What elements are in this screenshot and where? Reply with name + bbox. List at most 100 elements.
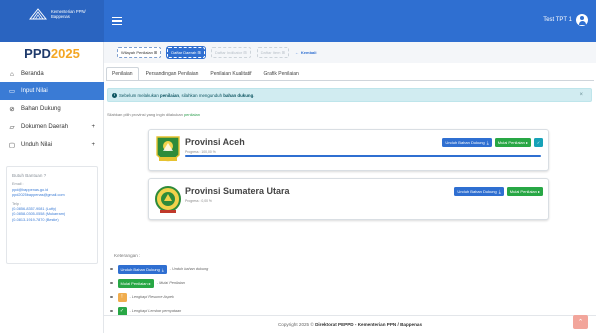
sidebar-item-dokumen-daerah[interactable]: ▱ Dokumen Daerah +	[0, 118, 104, 136]
sidebar-item-label: Beranda	[21, 71, 44, 77]
sidebar-item-label: Dokumen Daerah	[21, 124, 69, 130]
footer: Copyright 2025 © Direktorat PEPPD - Keme…	[104, 315, 596, 333]
app-title: PPD2025	[0, 46, 104, 61]
download-icon: ⤓	[486, 140, 489, 145]
sidebar-item-beranda[interactable]: ⌂ Beranda	[0, 65, 104, 83]
instruction-text: Silahkan pilih provinsi yang ingin dilak…	[107, 112, 200, 117]
sidebar-item-bahan-dukung[interactable]: ⊘ Bahan Dukung	[0, 100, 104, 118]
unduh-label: Unduh Bahan Dukung	[457, 189, 497, 194]
sidebar: PPD2025 ⌂ Beranda ▭ Input Nilai ⊘ Bahan …	[0, 42, 104, 333]
province-actions: Unduh Bahan Dukung ⤓ Mulai Penilaian ▸ ✓	[439, 138, 543, 147]
bappenas-logo-icon	[29, 8, 47, 20]
menu-toggle-icon[interactable]	[112, 17, 122, 26]
province-actions: Unduh Bahan Dukung ⤓ Mulai Penilaian ▸	[451, 187, 543, 196]
footer-owner: Direktorat PEPPD - Kementerian PPN / Bap…	[315, 322, 423, 327]
legend-row-unduh: Unduh Bahan Dukung ⤓ - Unduh bahan dukun…	[110, 264, 208, 274]
sidebar-item-unduh-nilai[interactable]: ▢ Unduh Nilai +	[0, 136, 104, 154]
daftar-indikator-button[interactable]: Daftar Indikator ⊞	[210, 46, 251, 58]
tab-penilaian-kualitatif[interactable]: Penilaian Kualitatif	[205, 67, 256, 81]
mulai-penilaian-button[interactable]: Mulai Penilaian ▸	[506, 187, 543, 196]
unduh-bahan-dukung-button[interactable]: Unduh Bahan Dukung ⤓	[442, 138, 492, 147]
legend-unduh-button: Unduh Bahan Dukung ⤓	[117, 264, 167, 274]
province-progress-bar	[185, 155, 541, 158]
legend-mulai-button: Mulai Penilaian ▸	[117, 278, 154, 288]
legend-desc: - Mulai Penilaian	[156, 281, 185, 285]
unduh-bahan-dukung-button[interactable]: Unduh Bahan Dukung ⤓	[454, 187, 504, 196]
brand[interactable]: Kementerian PPN/ Bappenas	[0, 0, 104, 42]
bullet-icon	[110, 309, 113, 313]
tab-persandingan-penilaian[interactable]: Persandingan Penilaian	[141, 67, 204, 81]
province-card-sumatera-utara: Provinsi Sumatera Utara Progress : 0,00 …	[148, 178, 549, 220]
app-title-year: 2025	[50, 46, 80, 61]
kembali-label: Kembali	[300, 49, 317, 55]
download-icon: ⤓	[161, 266, 164, 272]
chevron-up-icon: ⌃	[577, 319, 584, 326]
expand-icon: +	[91, 124, 95, 130]
kembali-link[interactable]: ← Kembali	[295, 50, 317, 55]
instruction-main: Silahkan pilih provinsi yang ingin dilak…	[107, 112, 183, 117]
legend-desc: - Lengkapi Resume Aspek	[129, 295, 174, 299]
tabs-divider	[106, 80, 594, 81]
user-name: Test TPT 1	[543, 17, 572, 23]
daftar-daerah-button[interactable]: Daftar Daerah ⊞	[167, 46, 205, 58]
footer-copyright: Copyright 2025 ©	[277, 322, 314, 327]
bullet-icon	[110, 281, 113, 285]
province-card-aceh: Provinsi Aceh Progress : 100,00 % Unduh …	[148, 129, 549, 171]
sumut-emblem-icon	[155, 186, 181, 213]
sidebar-item-label: Unduh Nilai	[21, 142, 53, 148]
folder-icon: ▱	[9, 124, 15, 131]
alert-text-post: .	[253, 92, 255, 98]
sidebar-item-input-nilai[interactable]: ▭ Input Nilai	[0, 82, 104, 100]
help-title: Butuh Bantuan ?	[12, 173, 47, 178]
alert-text-mid: , silahkan mengunduh	[179, 92, 223, 98]
home-icon: ⌂	[10, 70, 14, 78]
filter-bar: Wilayah Penilaian ⊞ Daftar Daerah ⊞ Daft…	[117, 46, 316, 58]
brand-text: Kementerian PPN/ Bappenas	[51, 9, 86, 19]
download-icon: ⤓	[498, 189, 501, 194]
legend-row-resume: ! - Lengkapi Resume Aspek	[110, 292, 174, 302]
daftar-item-button[interactable]: Daftar Item ⊞	[256, 46, 289, 58]
input-icon: ▭	[8, 88, 16, 95]
tab-list: Penilaian Persandingan Penilaian Penilai…	[106, 67, 306, 81]
alert-close-icon[interactable]: ×	[579, 92, 583, 98]
info-icon: i	[112, 92, 117, 98]
monitor-icon: ▢	[8, 142, 16, 149]
scroll-to-top-button[interactable]: ⌃	[573, 315, 588, 329]
province-progress-text: Progress : 100,00 %	[185, 150, 216, 154]
link-icon: ⊘	[9, 106, 15, 113]
legend-desc: - Lengkapi Lembar pernyataan	[129, 309, 182, 313]
info-alert: i Sebelum melakukan penilaian, silahkan …	[107, 88, 592, 102]
province-name: Provinsi Sumatera Utara	[185, 186, 290, 196]
bullet-icon	[110, 295, 113, 299]
alert-highlight-penilaian: penilaian	[160, 92, 180, 98]
province-progress-text: Progress : 0,00 %	[185, 199, 212, 203]
instruction-highlight: penilaian	[183, 112, 200, 117]
wilayah-penilaian-button[interactable]: Wilayah Penilaian ⊞	[117, 46, 162, 58]
help-phone-3[interactable]: (0-0813-1919-7870 (Bestie)	[12, 218, 92, 223]
user-avatar-icon	[576, 14, 588, 26]
legend-unduh-label: Unduh Bahan Dukung	[120, 266, 160, 272]
aceh-emblem-icon	[156, 136, 180, 162]
legend-row-mulai: Mulai Penilaian ▸ - Mulai Penilaian	[110, 278, 185, 288]
tab-penilaian[interactable]: Penilaian	[106, 67, 139, 81]
province-name: Provinsi Aceh	[185, 137, 245, 147]
unduh-label: Unduh Bahan Dukung	[445, 140, 485, 145]
user-menu[interactable]: Test TPT 1	[543, 13, 588, 27]
bullet-icon	[110, 267, 113, 271]
top-navbar: Kementerian PPN/ Bappenas Test TPT 1	[0, 0, 596, 42]
alert-text-pre: Sebelum melakukan	[119, 92, 159, 98]
sidebar-item-label: Bahan Dukung	[21, 106, 61, 112]
warning-icon: !	[117, 292, 127, 302]
legend-desc: - Unduh bahan dukung	[169, 267, 209, 271]
complete-check-button[interactable]: ✓	[534, 138, 543, 147]
legend-title: Keterangan :	[114, 253, 141, 258]
main-area: Wilayah Penilaian ⊞ Daftar Daerah ⊞ Daft…	[104, 42, 596, 333]
sidebar-item-label: Input Nilai	[21, 88, 48, 94]
help-box: Butuh Bantuan ? Email : ppd@bappenas.go.…	[6, 166, 98, 264]
mulai-penilaian-button[interactable]: Mulai Penilaian ▸	[494, 138, 531, 147]
expand-icon: +	[91, 142, 95, 148]
back-arrow-icon: ←	[294, 49, 299, 55]
brand-line-2: Bappenas	[51, 14, 70, 19]
tab-grafik-penilaian[interactable]: Grafik Penilaian	[259, 67, 304, 81]
progress-bar-fill	[185, 155, 541, 158]
